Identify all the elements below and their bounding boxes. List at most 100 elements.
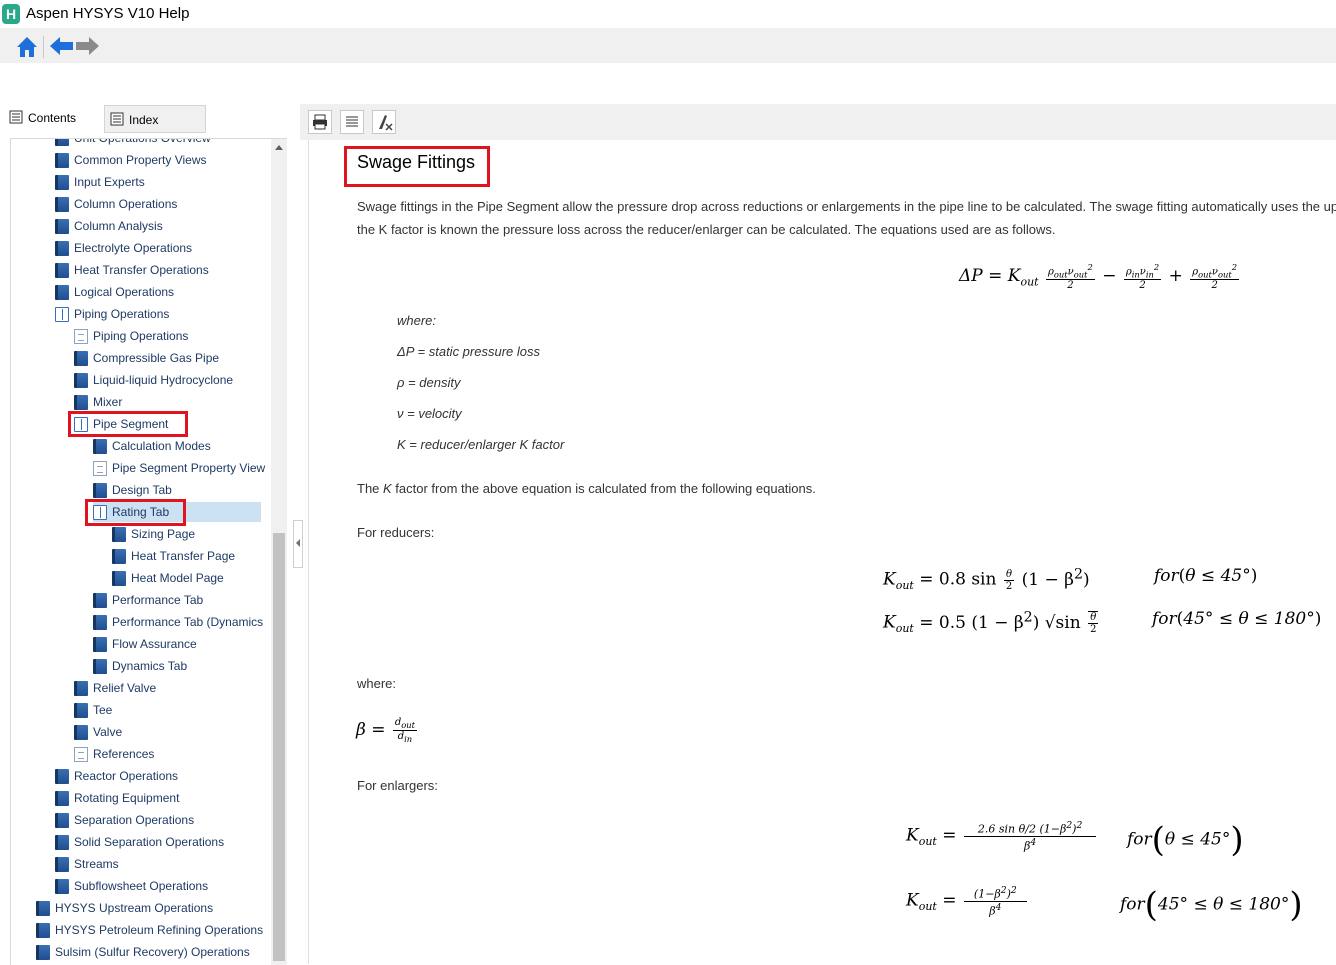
k-factor-sentence: The K factor from the above equation is … bbox=[357, 477, 816, 500]
tree-scrollbar[interactable] bbox=[271, 139, 287, 965]
tree-item-label: Reactor Operations bbox=[74, 769, 179, 783]
closed-book-icon bbox=[112, 549, 126, 564]
page-title: Swage Fittings bbox=[357, 152, 476, 172]
closed-book-icon bbox=[112, 571, 126, 586]
closed-book-icon bbox=[74, 681, 88, 696]
condition-reducer-1: for(θ ≤ 45°) bbox=[1154, 566, 1258, 586]
closed-book-icon bbox=[93, 483, 107, 498]
tree-item-label: HYSYS Petroleum Refining Operations bbox=[55, 923, 264, 937]
closed-book-icon bbox=[55, 263, 69, 278]
contents-tree: Unit Operations Overview Common Property … bbox=[11, 139, 271, 965]
where-label-1: where: bbox=[397, 313, 437, 328]
tree-item-label: Piping Operations bbox=[93, 329, 189, 343]
condition-enlarger-2: for(45° ≤ θ ≤ 180°) bbox=[1120, 885, 1303, 925]
tree-item-label: Pipe Segment bbox=[93, 417, 169, 431]
tree-item-label: Column Analysis bbox=[74, 219, 163, 233]
tree-item-label: Column Operations bbox=[74, 197, 178, 211]
tree-item-label: Relief Valve bbox=[93, 681, 157, 695]
tab-index-label: Index bbox=[129, 113, 159, 127]
closed-book-icon bbox=[55, 285, 69, 300]
tree-item-label: Design Tab bbox=[112, 483, 172, 497]
closed-book-icon bbox=[55, 835, 69, 850]
closed-book-icon bbox=[55, 879, 69, 894]
topic-page-icon bbox=[74, 329, 88, 344]
equation-reducer-2: Kout = 0.5 (1 − β2) √sin θ2 bbox=[883, 609, 1099, 636]
closed-book-icon bbox=[112, 527, 126, 542]
intro-line-1: Swage fittings in the Pipe Segment allow… bbox=[357, 199, 1336, 214]
navigation-tabs: Contents Index bbox=[0, 100, 300, 133]
tree-item-label: Pipe Segment Property View bbox=[112, 461, 266, 475]
title-bar: H Aspen HYSYS V10 Help bbox=[0, 0, 1336, 28]
closed-book-icon bbox=[74, 725, 88, 740]
closed-book-icon bbox=[74, 395, 88, 410]
open-book-icon bbox=[74, 417, 88, 432]
definition-rho: ρ = density bbox=[397, 375, 461, 390]
closed-book-icon bbox=[55, 139, 69, 146]
tree-item-label: Performance Tab bbox=[112, 593, 204, 607]
closed-book-icon bbox=[55, 791, 69, 806]
for-enlargers-label: For enlargers: bbox=[357, 778, 438, 793]
tab-contents[interactable]: Contents bbox=[4, 104, 100, 132]
closed-book-icon bbox=[55, 197, 69, 212]
intro-line-2: the K factor is known the pressure loss … bbox=[357, 222, 1056, 237]
print-button[interactable] bbox=[308, 110, 332, 134]
closed-book-icon bbox=[55, 219, 69, 234]
k-factor-post: factor from the above equation is calcul… bbox=[391, 481, 816, 496]
tree-item-label: Unit Operations Overview bbox=[74, 139, 211, 148]
panel-splitter-collapse-icon[interactable] bbox=[293, 520, 303, 568]
back-button[interactable] bbox=[48, 32, 74, 60]
closed-book-icon bbox=[36, 945, 50, 960]
tree-item-label: Solid Separation Operations bbox=[74, 835, 225, 849]
topic-toolbar bbox=[300, 104, 1336, 140]
contents-icon bbox=[9, 110, 23, 124]
equation-reducer-1: Kout = 0.8 sin θ2 (1 − β2) bbox=[883, 566, 1090, 593]
forward-button[interactable] bbox=[75, 32, 101, 60]
tab-index[interactable]: Index bbox=[104, 105, 206, 133]
open-book-icon bbox=[93, 505, 107, 520]
condition-reducer-2: for(45° ≤ θ ≤ 180°) bbox=[1152, 609, 1322, 629]
show-topics-button[interactable] bbox=[340, 110, 364, 134]
closed-book-icon bbox=[93, 659, 107, 674]
closed-book-icon bbox=[55, 769, 69, 784]
remove-highlight-button[interactable] bbox=[372, 110, 396, 134]
closed-book-icon bbox=[55, 175, 69, 190]
closed-book-icon bbox=[93, 615, 107, 630]
tab-contents-label: Contents bbox=[28, 111, 77, 125]
definition-k-factor: K = reducer/enlarger K factor bbox=[397, 437, 565, 452]
for-reducers-label: For reducers: bbox=[357, 525, 435, 540]
tree-item-label: Tee bbox=[93, 703, 113, 717]
tree-item-label: Heat Model Page bbox=[131, 571, 224, 585]
index-icon bbox=[110, 112, 124, 126]
tree-item-label: Subflowsheet Operations bbox=[74, 879, 209, 893]
list-icon bbox=[346, 116, 358, 127]
topic-page-icon bbox=[93, 461, 107, 476]
scroll-up-arrow-icon[interactable] bbox=[275, 145, 283, 150]
closed-book-icon bbox=[74, 351, 88, 366]
equation-beta: β = dout din bbox=[356, 717, 418, 744]
topic-page-icon bbox=[74, 747, 88, 762]
closed-book-icon bbox=[55, 241, 69, 256]
closed-book-icon bbox=[55, 857, 69, 872]
back-arrow-icon bbox=[50, 37, 73, 55]
tree-item-label: Sizing Page bbox=[131, 527, 196, 541]
closed-book-icon bbox=[93, 637, 107, 652]
closed-book-icon bbox=[93, 439, 107, 454]
home-icon bbox=[17, 37, 37, 57]
tree-item-label: Rotating Equipment bbox=[74, 791, 180, 805]
home-button[interactable] bbox=[14, 32, 40, 60]
open-book-icon bbox=[55, 307, 69, 322]
equation-enlarger-2: Kout = (1−β2)2 β4 bbox=[906, 885, 1029, 917]
topic-content: Swage Fittings Swage fittings in the Pip… bbox=[308, 140, 1336, 964]
tree-item-label: Compressible Gas Pipe bbox=[93, 351, 220, 365]
tree-item-label: Input Experts bbox=[74, 175, 145, 189]
contents-tree-panel: Unit Operations Overview Common Property … bbox=[10, 138, 287, 965]
scrollbar-thumb[interactable] bbox=[273, 533, 285, 961]
tree-item-label: Liquid-liquid Hydrocyclone bbox=[93, 373, 234, 387]
definition-delta-p: ΔP = static pressure loss bbox=[397, 344, 540, 359]
window-title: Aspen HYSYS V10 Help bbox=[26, 5, 190, 22]
tree-item-label: Sulsim (Sulfur Recovery) Operations bbox=[55, 945, 250, 959]
tree-item-selected[interactable]: Rating Tab bbox=[93, 502, 261, 522]
k-factor-k: K bbox=[383, 481, 392, 496]
tree-item-label: References bbox=[93, 747, 155, 761]
tree-item-label: Dynamics Tab bbox=[112, 659, 188, 673]
